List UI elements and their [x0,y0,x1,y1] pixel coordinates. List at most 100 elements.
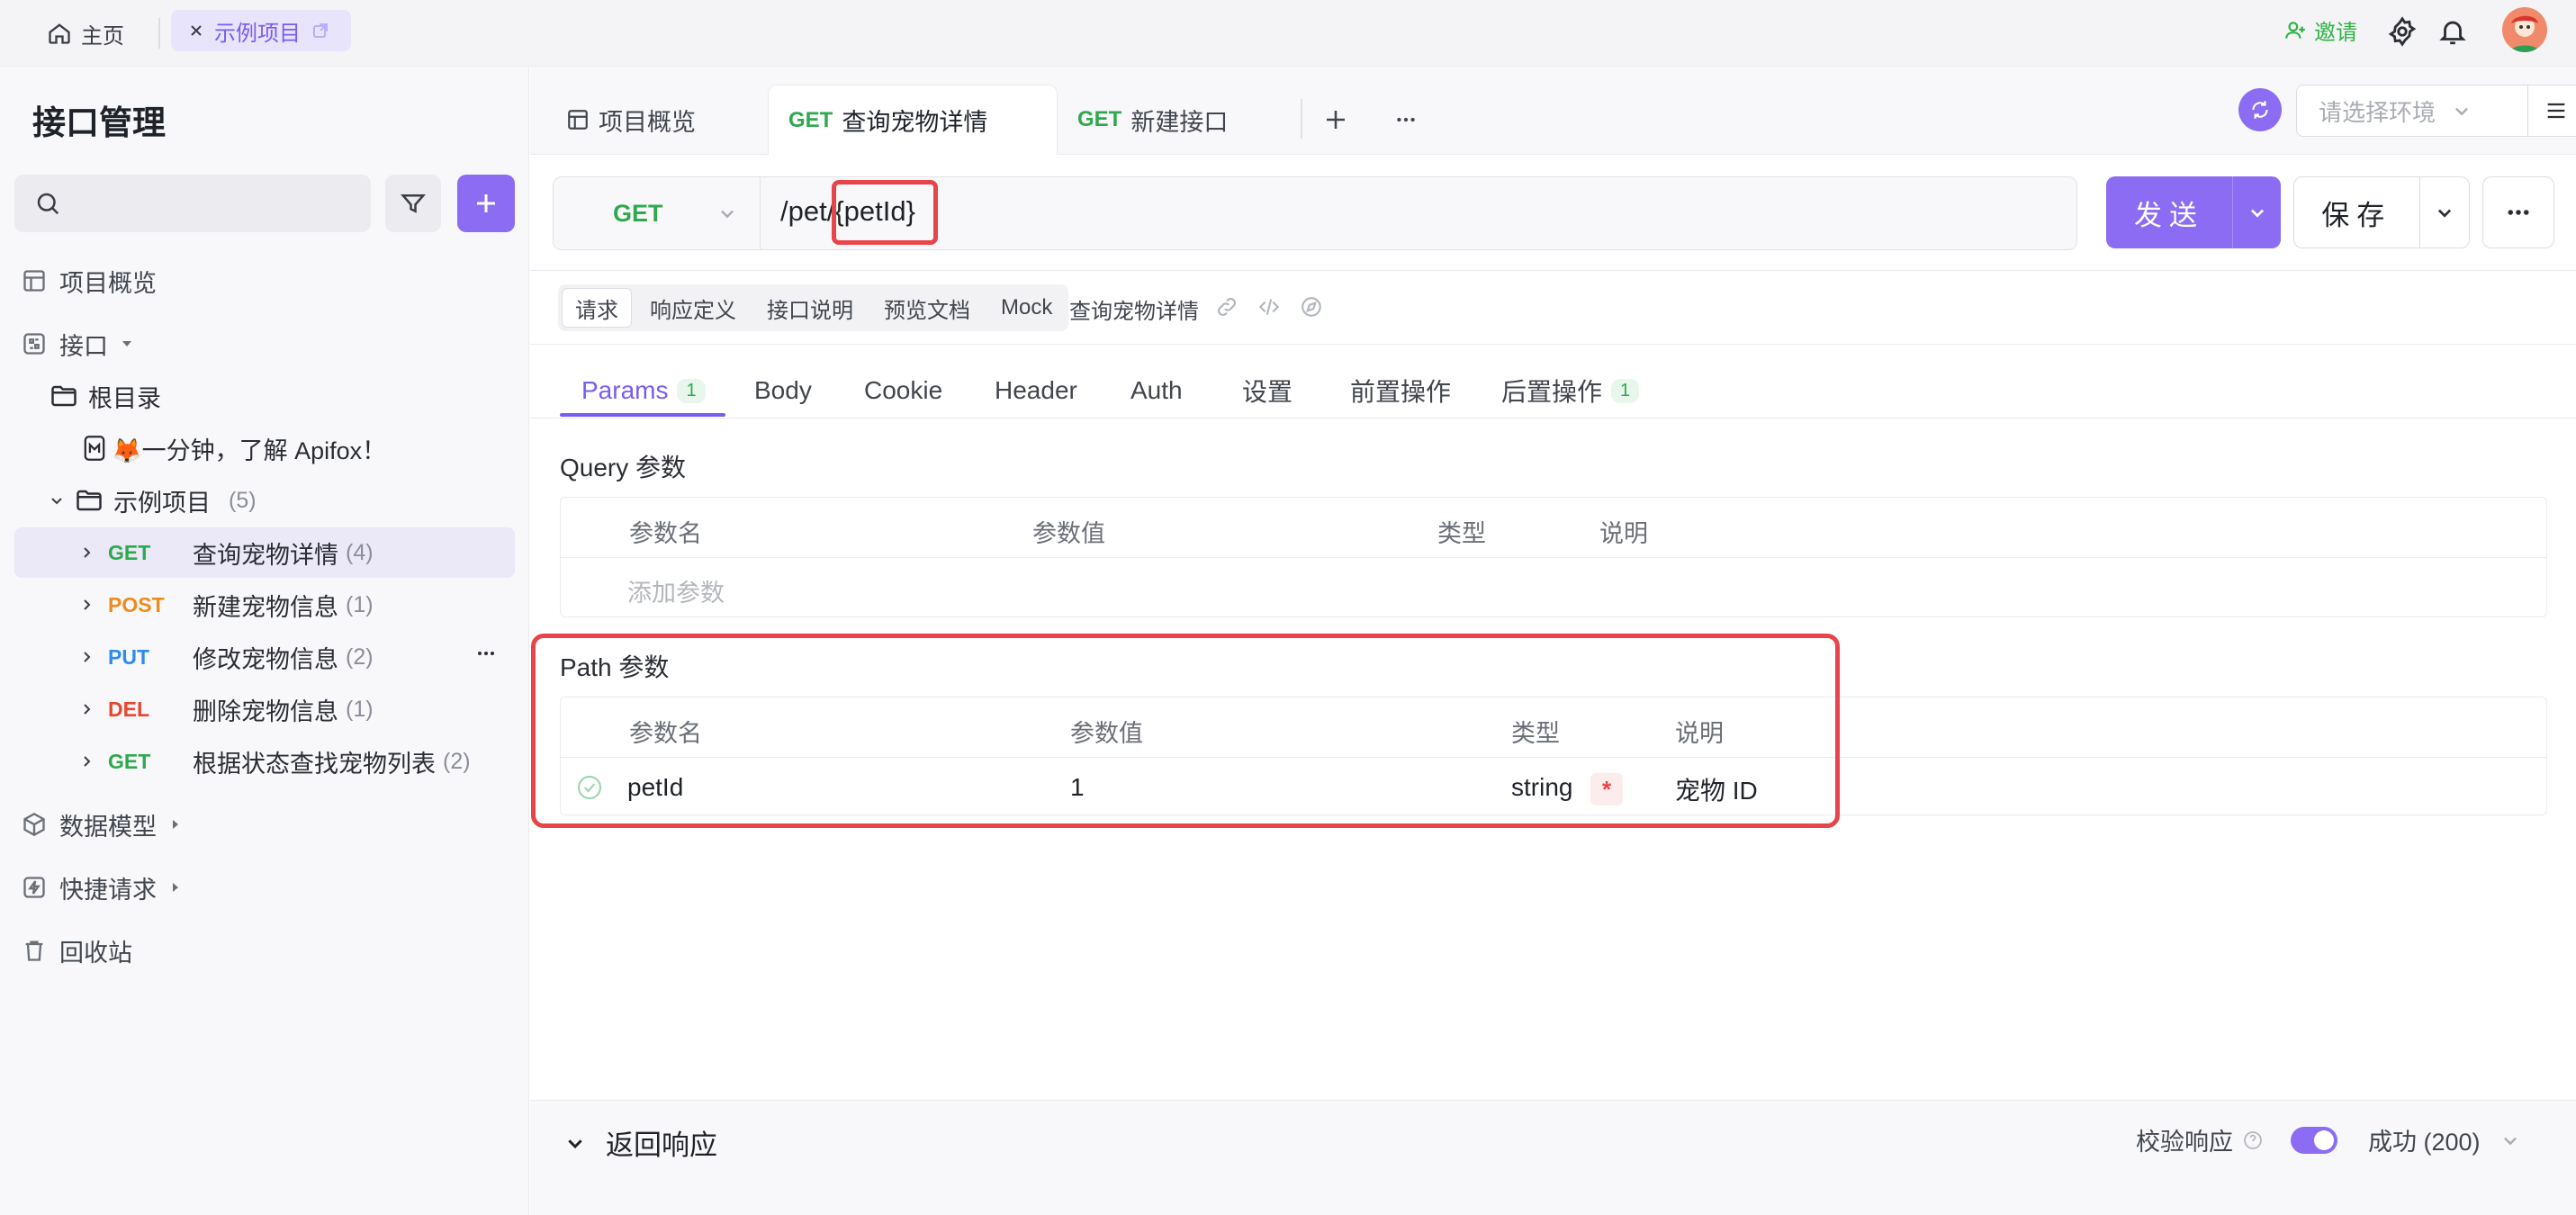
tree-endpoint-get-pet-list[interactable]: GET 根据状态查找宠物列表 (2) [79,736,471,787]
refresh-icon [2248,98,2272,122]
send-button[interactable]: 发送 [2106,176,2281,248]
sidebar-item-overview[interactable]: 项目概览 [22,256,157,306]
method-select[interactable]: GET [554,177,761,249]
table-divider [561,557,2546,558]
subtab-api-description[interactable]: 接口说明 [754,288,866,328]
subtab-response-definition[interactable]: 响应定义 [637,288,749,328]
chevron-right-icon[interactable] [79,702,94,716]
tree-item-folder[interactable]: 示例项目 (5) [49,475,257,526]
subtab-preview-doc[interactable]: 预览文档 [871,288,983,328]
more-horizontal-icon [2501,199,2535,226]
sidebar: 接口管理 项目概览 接口 根目录 🦊一分钟，了解 Apifox！ 示例项目 (5… [0,67,529,1215]
tree-item-label: 🦊一分钟，了解 Apifox！ [112,436,387,464]
send-dropdown[interactable] [2232,176,2281,248]
status-label: 成功 (200) [2368,1129,2481,1156]
add-param-input[interactable]: 添加参数 [627,573,725,608]
environment-sync-button[interactable] [2238,88,2282,131]
chevron-right-icon[interactable] [79,545,94,560]
endpoint-name: 新建宠物信息 [193,593,338,621]
validate-toggle[interactable] [2291,1126,2337,1154]
project-tab[interactable]: 示例项目 [171,10,351,51]
divider [530,270,2576,271]
filter-icon [400,190,427,217]
tree-endpoint-put-pet[interactable]: PUT 修改宠物信息 (2) [79,632,374,682]
tree-endpoint-del-pet[interactable]: DEL 删除宠物信息 (1) [79,684,374,734]
gear-icon[interactable] [2387,16,2418,47]
tree-item-intro-doc[interactable]: 🦊一分钟，了解 Apifox！ [83,423,386,473]
invite-button[interactable]: 邀请 [2283,14,2357,46]
tree-item-root[interactable]: 根目录 [50,371,161,421]
tab-pre-processors[interactable]: 前置操作 [1350,364,1451,418]
divider [530,344,2576,345]
method-badge: DEL [108,697,149,721]
tab-label: 后置操作 [1501,378,1603,406]
link-icon[interactable] [1215,295,1238,319]
api-name-label: 查询宠物详情 [1069,300,1199,324]
folder-icon [76,489,103,512]
sidebar-item-apis[interactable]: 接口 [22,319,133,369]
validate-label: 校验响应 [2136,1129,2233,1156]
response-status-select[interactable]: 成功 (200) [2368,1122,2520,1157]
chevron-right-icon[interactable] [79,650,94,664]
subtab-mock[interactable]: Mock [988,288,1065,328]
tab-cookie[interactable]: Cookie [864,364,942,418]
tab-params[interactable]: Params 1 [581,364,706,418]
subtab-request[interactable]: 请求 [562,288,632,328]
sidebar-item-quick-requests[interactable]: 快捷请求 [22,862,182,913]
sidebar-item-data-models[interactable]: 数据模型 [22,799,182,850]
chevron-down-icon [564,1132,586,1154]
home-tab[interactable]: 主页 [47,14,124,52]
chevron-down-icon[interactable] [49,492,65,508]
help-icon[interactable] [2242,1130,2264,1151]
search-icon [34,190,61,217]
chevron-right-icon[interactable] [79,598,94,612]
save-button[interactable]: 保存 [2293,176,2470,248]
tab-new-api[interactable]: GET 新建接口 [1058,85,1247,155]
more-horizontal-icon[interactable] [1392,108,1419,131]
url-param-highlight [832,180,938,245]
endpoint-count: (2) [443,748,471,774]
filter-button[interactable] [385,175,441,232]
tab-header[interactable]: Header [995,364,1077,418]
search-input[interactable] [14,175,371,232]
endpoint-name: 删除宠物信息 [193,698,338,725]
save-dropdown[interactable] [2418,177,2469,248]
column-header-value: 参数值 [1032,520,1105,547]
more-button[interactable] [2482,176,2554,248]
tree-item-label: 根目录 [88,384,161,412]
trash-icon [22,938,47,963]
chevron-down-icon [2437,209,2451,218]
compass-icon[interactable] [1300,295,1323,319]
environment-menu-button[interactable] [2528,85,2576,137]
environment-placeholder: 请选择环境 [2319,98,2436,126]
tab-label: Body [754,376,812,404]
tab-body[interactable]: Body [754,364,812,418]
external-link-icon[interactable] [311,22,329,40]
close-icon[interactable] [189,23,203,38]
code-icon[interactable] [1256,295,1282,319]
tab-divider [1301,99,1302,139]
tab-get-pet-detail[interactable]: GET 查询宠物详情 [768,85,1058,155]
more-horizontal-icon[interactable] [475,643,497,664]
tab-auth[interactable]: Auth [1130,364,1183,418]
tab-project-overview[interactable]: 项目概览 [546,85,716,155]
sidebar-item-label: 回收站 [59,939,132,967]
avatar[interactable] [2502,7,2547,52]
tab-settings[interactable]: 设置 [1242,364,1293,418]
add-button[interactable] [457,175,515,232]
bell-icon[interactable] [2437,16,2468,47]
chevron-right-icon[interactable] [79,754,94,769]
tab-divider [158,18,160,49]
environment-select[interactable]: 请选择环境 [2296,85,2528,137]
sidebar-item-trash[interactable]: 回收站 [22,925,132,976]
column-header-name: 参数名 [629,520,702,547]
plus-icon[interactable] [1322,106,1349,133]
sidebar-item-label: 数据模型 [59,813,157,841]
tab-post-processors[interactable]: 后置操作 1 [1501,364,1640,418]
tree-endpoint-get-pet[interactable]: GET 查询宠物详情 (4) [79,527,374,578]
response-toggle[interactable]: 返回响应 [564,1122,717,1163]
query-params-title: Query 参数 [560,454,687,482]
tree-endpoint-post-pet[interactable]: POST 新建宠物信息 (1) [79,580,374,630]
cube-icon [22,812,47,837]
path-params-highlight [531,634,1840,828]
